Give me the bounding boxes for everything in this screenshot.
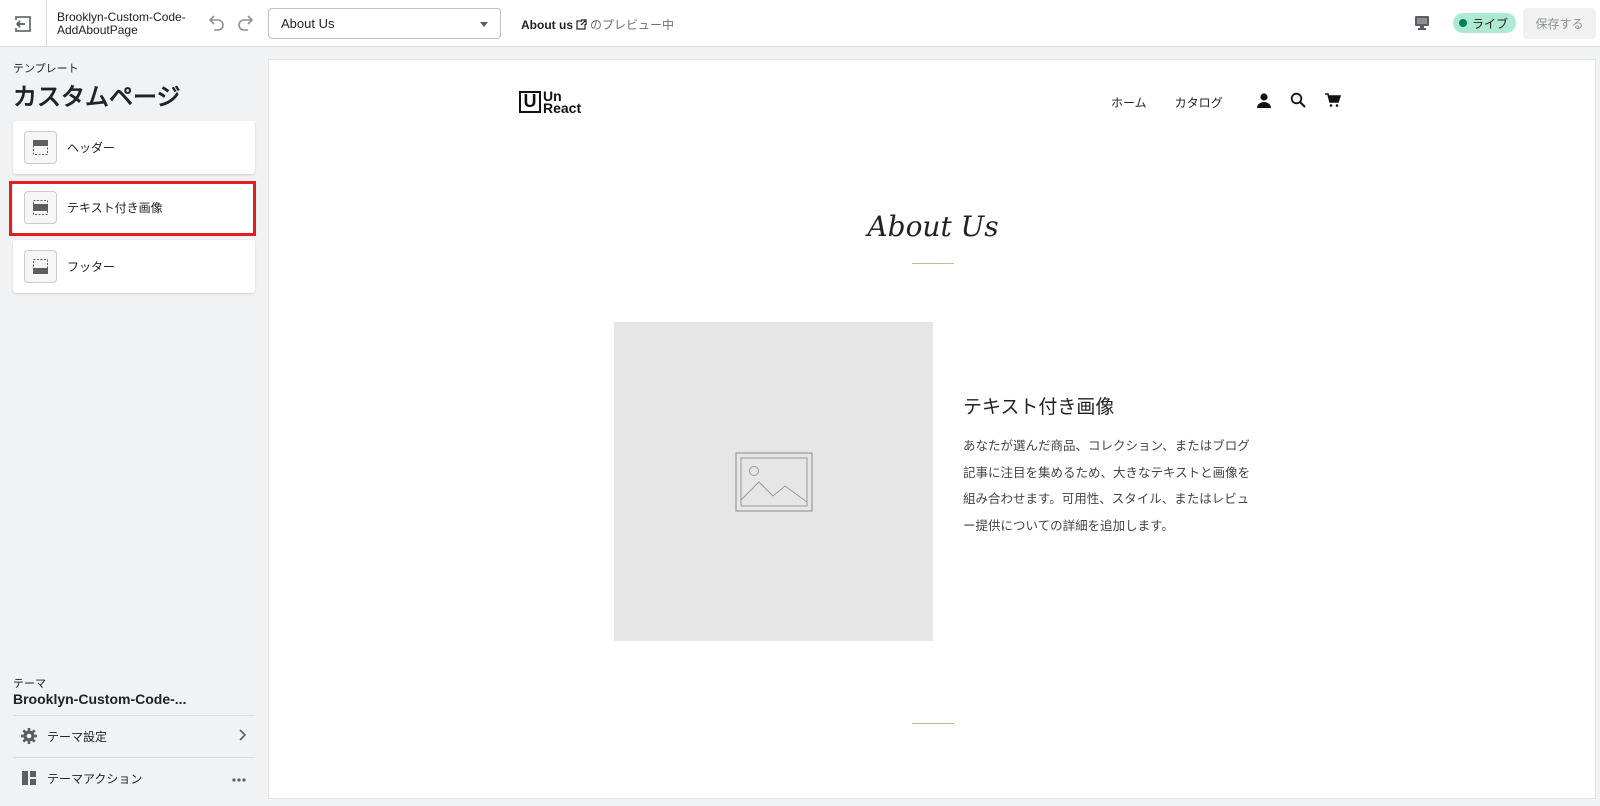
preview-info: About us のプレビュー中 <box>521 16 674 33</box>
redo-icon <box>238 15 254 31</box>
theme-actions-row[interactable]: テーマアクション <box>13 758 255 798</box>
store-nav: ホーム カタログ <box>1111 94 1223 111</box>
theme-actions-icon <box>19 768 39 788</box>
nav-catalog[interactable]: カタログ <box>1175 94 1223 111</box>
live-badge: ライブ <box>1453 13 1517 33</box>
image-with-text-body: あなたが選んだ商品、コレクション、またはブログ記事に注目を集めるため、大きなテキ… <box>963 438 1251 533</box>
gear-icon <box>19 726 39 746</box>
store-icons <box>1254 90 1342 110</box>
logo-text: Un React <box>543 88 582 116</box>
footer-section-icon <box>24 250 57 283</box>
store-preview: U Un React ホーム カタログ About Us テキスト付き画像 あな… <box>268 59 1596 799</box>
header-section-icon <box>24 131 57 164</box>
accent-divider <box>912 723 954 724</box>
external-link-icon <box>576 19 587 30</box>
redo-button[interactable] <box>235 12 257 34</box>
search-icon[interactable] <box>1288 90 1308 110</box>
page-select[interactable]: About Us <box>268 8 501 39</box>
theme-settings-row[interactable]: テーマ設定 <box>13 716 255 756</box>
account-icon[interactable] <box>1254 90 1274 110</box>
theme-label: テーマ <box>13 678 46 690</box>
theme-actions-label: テーマアクション <box>47 771 143 786</box>
template-label: テンプレート <box>13 63 79 75</box>
undo-button[interactable] <box>205 12 227 34</box>
section-footer[interactable]: フッター <box>13 240 255 293</box>
theme-settings-label: テーマ設定 <box>47 729 108 744</box>
image-with-text-content: テキスト付き画像 あなたが選んだ商品、コレクション、またはブログ記事に注目を集め… <box>963 392 1253 539</box>
exit-button[interactable] <box>0 0 47 47</box>
chevron-right-icon <box>237 728 247 745</box>
desktop-icon <box>1415 16 1429 30</box>
caret-down-icon <box>480 22 488 27</box>
save-button[interactable]: 保存する <box>1523 8 1596 39</box>
sidebar: テンプレート カスタムページ ヘッダー テキスト付き画像 フッター テーマ Br… <box>0 48 268 806</box>
accent-divider <box>912 263 954 264</box>
image-placeholder[interactable] <box>614 322 933 641</box>
top-bar: Brooklyn-Custom-Code-AddAboutPage About … <box>0 0 1600 47</box>
live-label: ライブ <box>1472 16 1509 31</box>
section-label: フッター <box>67 260 116 274</box>
section-header[interactable]: ヘッダー <box>13 121 255 174</box>
selected-section-highlight <box>9 181 256 236</box>
theme-name: Brooklyn-Custom-Code-AddAboutPage <box>57 10 186 37</box>
more-icon[interactable] <box>231 772 247 786</box>
image-placeholder-icon <box>734 451 813 512</box>
undo-icon <box>208 15 224 31</box>
cart-icon[interactable] <box>1322 90 1342 110</box>
status-dot-icon <box>1459 19 1467 27</box>
theme-fullname: Brooklyn-Custom-Code-... <box>13 691 187 707</box>
device-toggle-button[interactable] <box>1413 14 1431 32</box>
logo-mark: U <box>519 91 541 113</box>
preview-page-link[interactable]: About us <box>521 18 573 32</box>
template-title: カスタムページ <box>13 84 181 111</box>
page-heading: About Us <box>867 210 999 243</box>
section-label: ヘッダー <box>67 141 116 155</box>
image-with-text-heading: テキスト付き画像 <box>963 396 1115 418</box>
preview-suffix: のプレビュー中 <box>590 18 675 32</box>
store-logo[interactable]: U Un React <box>519 88 582 116</box>
exit-icon <box>14 15 31 32</box>
page-select-value: About Us <box>281 16 335 31</box>
nav-home[interactable]: ホーム <box>1111 94 1147 111</box>
